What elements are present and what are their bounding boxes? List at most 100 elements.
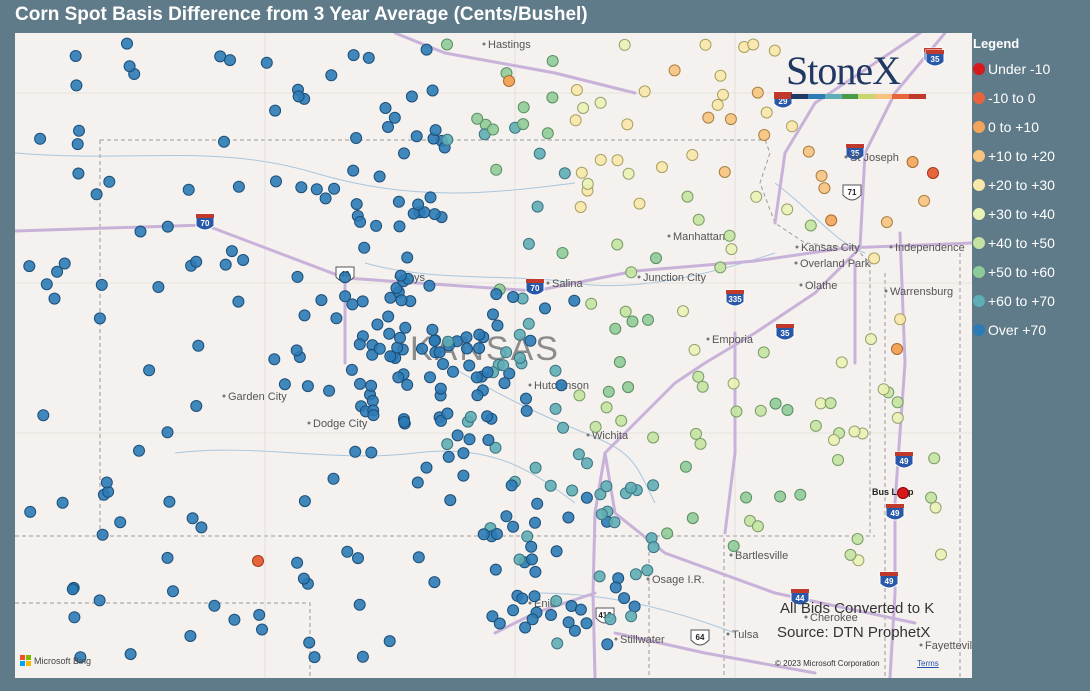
bid-marker[interactable] xyxy=(566,484,579,497)
bid-marker[interactable] xyxy=(544,479,557,492)
bid-marker[interactable] xyxy=(192,339,205,352)
bid-marker[interactable] xyxy=(184,630,197,642)
bid-marker[interactable] xyxy=(463,433,476,446)
bid-marker[interactable] xyxy=(410,130,423,143)
bid-marker[interactable] xyxy=(581,457,593,470)
bid-marker[interactable] xyxy=(688,343,701,356)
bid-marker[interactable] xyxy=(163,495,176,508)
bid-marker[interactable] xyxy=(891,396,904,409)
bid-marker[interactable] xyxy=(768,44,781,57)
bid-marker[interactable] xyxy=(724,113,737,126)
bid-marker[interactable] xyxy=(824,397,837,410)
bid-marker[interactable] xyxy=(382,310,395,323)
bid-marker[interactable] xyxy=(186,512,199,525)
bid-marker[interactable] xyxy=(589,420,602,433)
bid-marker[interactable] xyxy=(928,452,941,465)
bid-marker[interactable] xyxy=(621,118,634,131)
bid-marker[interactable] xyxy=(751,86,764,99)
bid-marker[interactable] xyxy=(522,317,535,330)
bid-marker[interactable] xyxy=(541,127,554,140)
bid-marker[interactable] xyxy=(832,454,844,466)
bid-marker[interactable] xyxy=(464,410,477,423)
bid-marker[interactable] xyxy=(608,516,621,529)
bid-marker[interactable] xyxy=(601,638,614,651)
bid-marker[interactable] xyxy=(562,616,575,629)
bid-marker[interactable] xyxy=(802,145,815,158)
bid-marker[interactable] xyxy=(577,102,590,114)
bid-marker[interactable] xyxy=(471,389,484,402)
bid-marker[interactable] xyxy=(723,229,736,242)
bid-marker[interactable] xyxy=(371,318,384,331)
bid-marker[interactable] xyxy=(656,161,668,174)
bid-marker[interactable] xyxy=(237,254,250,266)
bid-marker[interactable] xyxy=(90,188,103,201)
bid-marker[interactable] xyxy=(692,370,705,383)
bid-marker[interactable] xyxy=(650,252,662,265)
bid-marker[interactable] xyxy=(897,487,909,499)
bid-marker[interactable] xyxy=(68,611,81,624)
bid-marker[interactable] xyxy=(95,278,108,291)
bid-marker[interactable] xyxy=(24,505,37,518)
bid-marker[interactable] xyxy=(618,38,631,51)
bid-marker[interactable] xyxy=(580,617,593,630)
bid-marker[interactable] xyxy=(447,365,459,378)
bid-marker[interactable] xyxy=(347,49,360,62)
bid-marker[interactable] xyxy=(751,520,764,533)
bid-marker[interactable] xyxy=(345,363,358,376)
bid-marker[interactable] xyxy=(747,38,760,51)
bid-marker[interactable] xyxy=(550,595,563,607)
bid-marker[interactable] xyxy=(297,572,310,585)
bid-marker[interactable] xyxy=(629,568,642,581)
bid-marker[interactable] xyxy=(786,120,798,133)
bid-marker[interactable] xyxy=(451,429,464,442)
bid-marker[interactable] xyxy=(367,409,380,422)
bid-marker[interactable] xyxy=(298,309,311,322)
bid-marker[interactable] xyxy=(481,410,494,423)
bid-marker[interactable] xyxy=(750,190,763,203)
bid-marker[interactable] xyxy=(161,551,174,564)
bid-marker[interactable] xyxy=(500,510,513,523)
bid-marker[interactable] xyxy=(303,636,316,649)
bid-marker[interactable] xyxy=(522,237,535,250)
bid-marker[interactable] xyxy=(647,479,660,492)
bid-marker[interactable] xyxy=(356,650,369,663)
bid-marker[interactable] xyxy=(487,308,499,321)
bid-marker[interactable] xyxy=(339,290,352,303)
bid-marker[interactable] xyxy=(622,167,635,180)
bid-marker[interactable] xyxy=(781,203,794,216)
bid-marker[interactable] xyxy=(581,177,594,190)
bid-marker[interactable] xyxy=(356,295,369,308)
bid-marker[interactable] xyxy=(809,419,822,432)
bid-marker[interactable] xyxy=(594,153,607,166)
bid-marker[interactable] xyxy=(394,269,407,282)
bid-marker[interactable] xyxy=(491,319,504,332)
bid-marker[interactable] xyxy=(278,378,291,391)
bid-marker[interactable] xyxy=(133,444,145,457)
bid-marker[interactable] xyxy=(529,565,542,578)
bid-marker[interactable] xyxy=(638,85,651,98)
bid-marker[interactable] xyxy=(161,426,174,439)
bid-marker[interactable] xyxy=(350,132,363,144)
bid-marker[interactable] xyxy=(471,112,484,125)
bid-marker[interactable] xyxy=(354,215,367,228)
bid-marker[interactable] xyxy=(224,54,236,67)
bid-marker[interactable] xyxy=(161,220,174,233)
bid-marker[interactable] xyxy=(349,445,362,458)
bid-marker[interactable] xyxy=(291,270,304,283)
bid-marker[interactable] xyxy=(232,180,245,193)
bid-marker[interactable] xyxy=(602,385,615,398)
bid-marker[interactable] xyxy=(423,279,436,292)
bid-marker[interactable] xyxy=(906,156,919,168)
bid-marker[interactable] xyxy=(269,104,282,117)
bid-marker[interactable] xyxy=(918,194,931,207)
bid-marker[interactable] xyxy=(894,313,907,326)
bid-marker[interactable] xyxy=(373,342,386,355)
bid-marker[interactable] xyxy=(529,461,542,474)
bid-marker[interactable] xyxy=(555,379,568,392)
bid-marker[interactable] xyxy=(401,251,414,264)
bid-marker[interactable] xyxy=(310,183,323,196)
bid-marker[interactable] xyxy=(760,106,773,119)
bid-marker[interactable] xyxy=(891,411,904,424)
bid-marker[interactable] xyxy=(661,527,674,540)
bid-marker[interactable] xyxy=(568,294,581,307)
